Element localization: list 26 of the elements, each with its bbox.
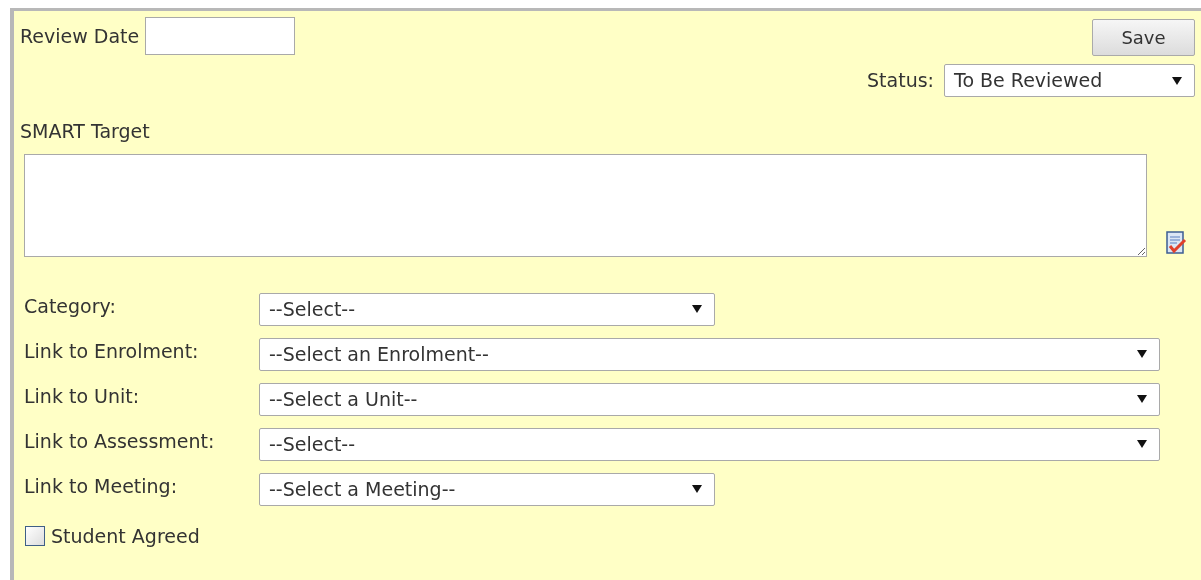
checkbox-option[interactable]: Student Agreed <box>25 521 200 550</box>
status-label: Status: <box>867 68 934 94</box>
field-label: Link to Meeting: <box>24 473 179 498</box>
save-button[interactable]: Save <box>1092 19 1195 56</box>
dropdown-arrow-icon <box>692 485 702 493</box>
dropdown-arrow-icon <box>1137 395 1147 403</box>
field-label: Review Date <box>20 23 140 49</box>
dropdown-arrow-icon <box>1172 76 1182 85</box>
select-field[interactable]: --Select an Enrolment-- <box>259 337 1160 371</box>
field-label: Category: <box>24 293 117 318</box>
select-field[interactable]: --Select a Unit-- <box>259 382 1160 416</box>
select-field[interactable]: --Select-- <box>259 427 1160 461</box>
select-field[interactable]: --Select-- <box>259 292 715 326</box>
status-select[interactable]: To Be Reviewed <box>944 64 1195 97</box>
field-label: Link to Assessment: <box>24 428 216 453</box>
document-check-icon[interactable] <box>1165 230 1187 255</box>
date-field[interactable] <box>145 17 296 55</box>
dropdown-arrow-icon <box>692 305 702 313</box>
field-label: Link to Enrolment: <box>24 338 200 363</box>
dropdown-arrow-icon <box>1137 440 1147 448</box>
text-area[interactable] <box>24 153 1147 257</box>
checkbox[interactable] <box>25 525 45 546</box>
section-label: SMART Target <box>20 119 150 144</box>
dropdown-arrow-icon <box>1137 350 1147 358</box>
field-label: Link to Unit: <box>24 383 141 408</box>
select-field[interactable]: --Select a Meeting-- <box>259 472 715 506</box>
